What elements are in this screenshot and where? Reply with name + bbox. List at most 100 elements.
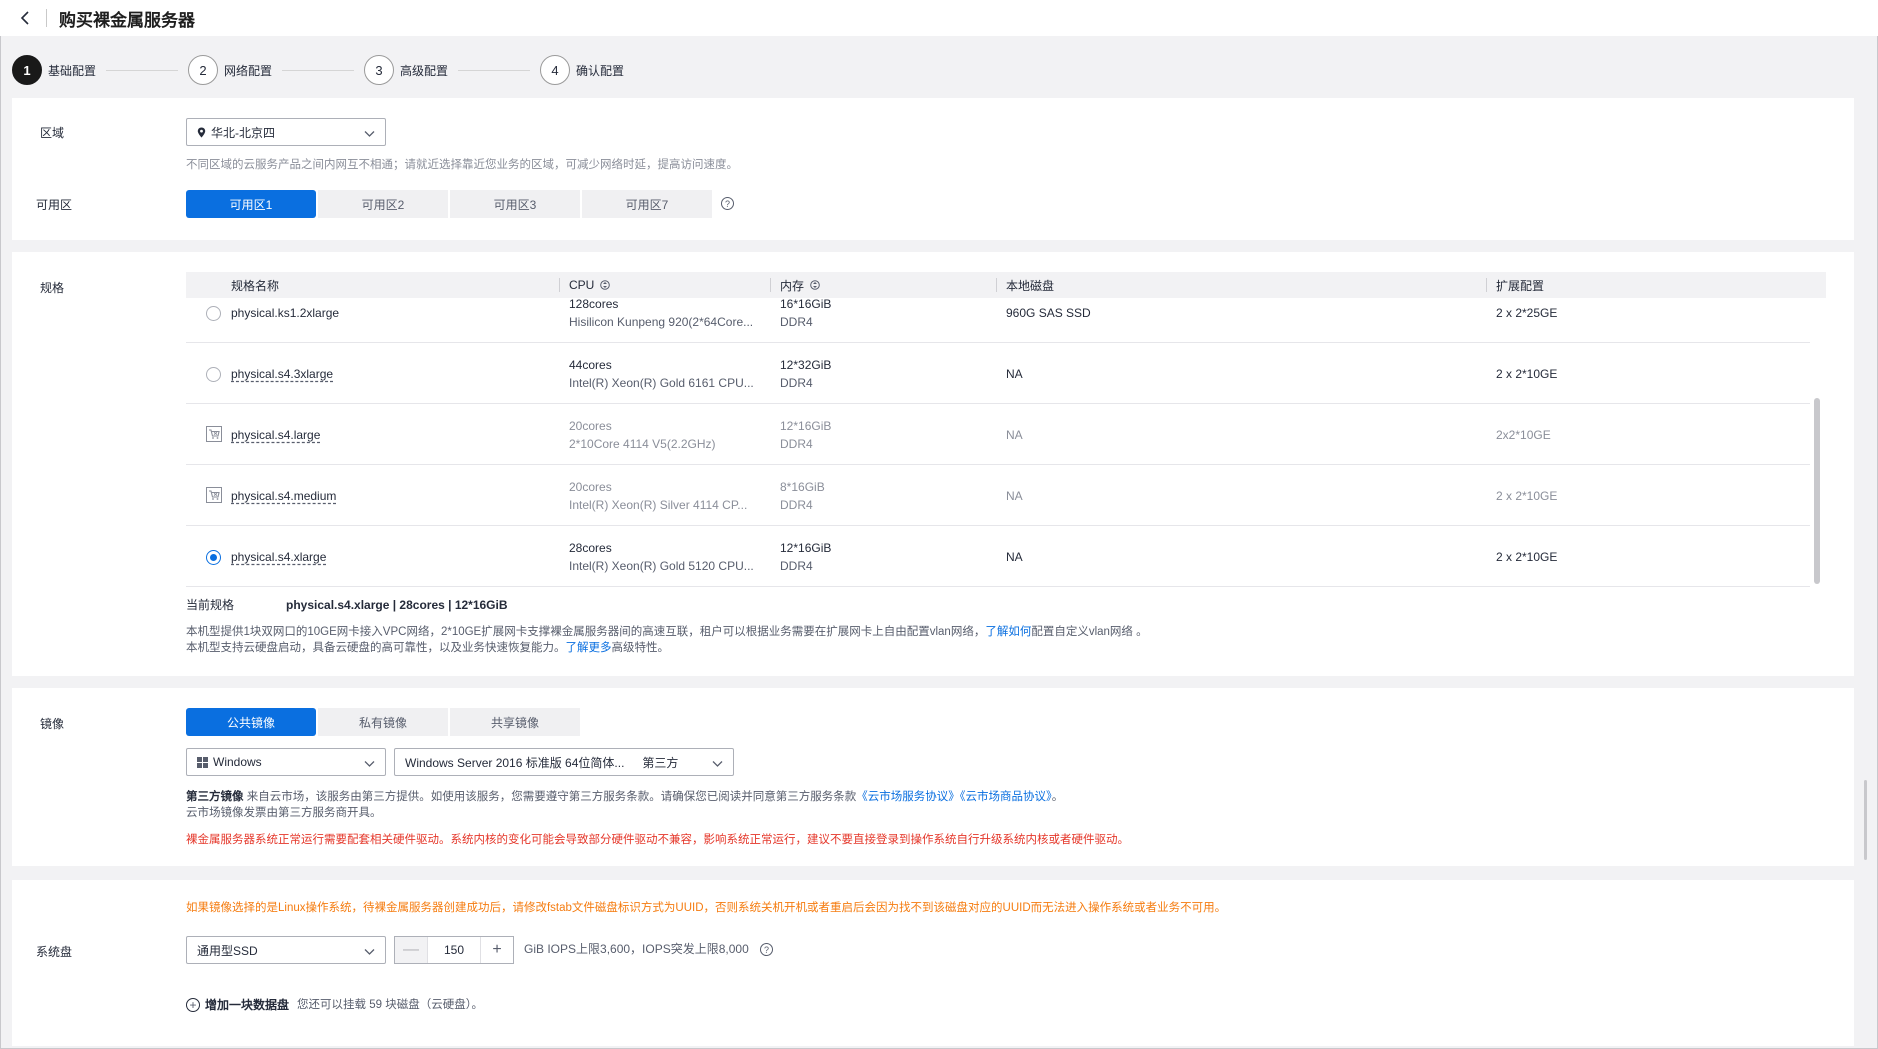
spec-disk: NA	[1006, 428, 1023, 442]
step-number: 3	[364, 55, 395, 85]
page-scrollbar[interactable]	[1864, 780, 1867, 860]
spec-name: physical.s4.3xlarge	[231, 367, 334, 381]
disk-type-value: 通用型SSD	[197, 943, 258, 958]
tab-private-image[interactable]: 私有镜像	[318, 708, 448, 736]
spec-radio-selected[interactable]	[206, 550, 221, 565]
spec-desc-2: 本机型支持云硬盘启动，具备云硬盘的高可靠性，以及业务快速恢复能力。了解更多高级特…	[186, 642, 669, 654]
add-data-disk-hint: 您还可以挂载 59 块磁盘（云硬盘）。	[297, 999, 483, 1011]
decrement-button[interactable]: —	[395, 937, 427, 963]
az-option-2[interactable]: 可用区2	[318, 190, 448, 218]
table-row[interactable]: physical.s4.3xlarge 44cores Intel(R) Xeon…	[186, 343, 1810, 404]
learn-more-link[interactable]: 了解更多	[566, 642, 612, 654]
current-spec-value: physical.s4.xlarge | 28cores | 12*16GiB	[286, 598, 508, 612]
market-product-agreement-link[interactable]: 《云市场商品协议》	[960, 791, 1052, 803]
page-header: 购买裸金属服务器	[0, 0, 1878, 36]
col-cpu[interactable]: CPU	[559, 272, 611, 298]
image-version-select[interactable]: Windows Server 2016 标准版 64位简体... 第三方	[394, 748, 734, 776]
chevron-down-icon	[712, 757, 723, 771]
spec-memory: 12*32GiB DDR4	[780, 358, 832, 390]
step-number: 2	[188, 55, 219, 85]
windows-icon	[197, 756, 208, 768]
image-version-value: Windows Server 2016 标准版 64位简体...	[405, 755, 625, 770]
spec-memory: 12*16GiB DDR4	[780, 541, 832, 573]
add-data-disk-button[interactable]: 增加一块数据盘	[205, 997, 289, 1013]
image-label: 镜像	[40, 717, 65, 731]
step-basic[interactable]: 1 基础配置	[12, 55, 188, 85]
image-type-tabs: 公共镜像 私有镜像 共享镜像	[186, 708, 582, 736]
spec-ext: 2 x 2*25GE	[1496, 306, 1558, 320]
back-arrow-icon[interactable]	[18, 11, 32, 25]
sold-out-cart-icon	[206, 426, 222, 442]
col-local-disk: 本地磁盘	[996, 272, 1054, 298]
spec-disk: 960G SAS SSD	[1006, 306, 1091, 320]
az-label: 可用区	[36, 198, 73, 212]
step-connector	[282, 69, 355, 71]
tab-shared-image[interactable]: 共享镜像	[450, 708, 580, 736]
current-spec-label: 当前规格	[186, 598, 235, 612]
region-select[interactable]: 华北-北京四	[186, 118, 386, 146]
sort-icon[interactable]	[810, 279, 820, 291]
stepper: 1 基础配置 2 网络配置 3 高级配置 4 确认配置	[12, 54, 624, 86]
az-option-3[interactable]: 可用区3	[450, 190, 580, 218]
invoice-notice: 云市场镜像发票由第三方服务商开具。	[186, 807, 382, 819]
add-circle-icon[interactable]: +	[186, 998, 200, 1012]
spec-cpu: 20cores Intel(R) Xeon(R) Silver 4114 CP..…	[569, 480, 748, 512]
spec-name: physical.s4.medium	[231, 489, 337, 503]
az-option-7[interactable]: 可用区7	[582, 190, 712, 218]
table-row[interactable]: physical.ks1.2xlarge 128cores Hisilicon K…	[186, 298, 1810, 343]
location-pin-icon	[197, 127, 206, 138]
col-name: 规格名称	[231, 278, 280, 293]
header-divider	[46, 9, 47, 27]
chevron-down-icon	[364, 757, 375, 771]
driver-warning: 裸金属服务器系统正常运行需要配套相关硬件驱动。系统内核的变化可能会导致部分硬件驱…	[186, 834, 1129, 846]
spec-disk: NA	[1006, 489, 1023, 503]
disk-size-value[interactable]: 150	[427, 937, 481, 963]
spec-ext: 2 x 2*10GE	[1496, 550, 1558, 564]
add-data-disk-row: + 增加一块数据盘 您还可以挂载 59 块磁盘（云硬盘）。	[186, 997, 483, 1013]
az-option-1[interactable]: 可用区1	[186, 190, 316, 218]
help-icon[interactable]: ?	[721, 197, 734, 210]
step-advanced[interactable]: 3 高级配置	[364, 55, 540, 85]
spec-ext: 2x2*10GE	[1496, 428, 1551, 442]
table-scrollbar[interactable]	[1814, 398, 1820, 584]
disk-size-stepper[interactable]: — 150 +	[394, 936, 514, 964]
step-number: 4	[540, 55, 571, 85]
spec-name: physical.ks1.2xlarge	[231, 306, 340, 320]
spec-radio[interactable]	[206, 306, 221, 321]
col-memory[interactable]: 内存	[770, 272, 820, 298]
step-label: 网络配置	[224, 63, 273, 78]
learn-how-link[interactable]: 了解如何	[985, 626, 1031, 638]
market-service-agreement-link[interactable]: 《云市场服务协议》	[856, 791, 960, 803]
spec-memory: 12*16GiB DDR4	[780, 419, 832, 451]
table-row: physical.s4.large 20cores 2*10Core 4114 V…	[186, 404, 1810, 465]
page-title: 购买裸金属服务器	[59, 10, 195, 30]
sort-icon[interactable]	[600, 279, 611, 291]
increment-button[interactable]: +	[481, 937, 513, 963]
table-row[interactable]: physical.s4.xlarge 28cores Intel(R) Xeon(…	[186, 526, 1810, 587]
spec-ext: 2 x 2*10GE	[1496, 489, 1558, 503]
tab-public-image[interactable]: 公共镜像	[186, 708, 316, 736]
step-network[interactable]: 2 网络配置	[188, 55, 364, 85]
spec-ext: 2 x 2*10GE	[1496, 367, 1558, 381]
step-connector	[458, 69, 531, 71]
col-extension: 扩展配置	[1486, 272, 1544, 298]
step-confirm[interactable]: 4 确认配置	[540, 55, 624, 85]
spec-cpu: 128cores Hisilicon Kunpeng 920(2*64Core..…	[569, 298, 754, 329]
step-label: 确认配置	[576, 63, 625, 78]
system-disk-label: 系统盘	[36, 945, 73, 959]
spec-disk: NA	[1006, 550, 1023, 564]
spec-table-body: physical.ks1.2xlarge 128cores Hisilicon K…	[186, 298, 1810, 588]
help-icon[interactable]: ?	[760, 943, 773, 956]
uuid-warning: 如果镜像选择的是Linux操作系统，待裸金属服务器创建成功后，请修改fstab文…	[186, 902, 1227, 914]
chevron-down-icon	[364, 127, 375, 141]
chevron-down-icon	[364, 945, 375, 959]
spec-radio[interactable]	[206, 367, 221, 382]
spec-memory: 8*16GiB DDR4	[780, 480, 825, 512]
step-connector	[106, 69, 179, 71]
spec-memory: 16*16GiB DDR4	[780, 298, 832, 329]
disk-type-select[interactable]: 通用型SSD	[186, 936, 386, 964]
os-select[interactable]: Windows	[186, 748, 386, 776]
disk-iops-info: GiB IOPS上限3,600，IOPS突发上限8,000	[524, 942, 749, 956]
step-label: 基础配置	[48, 63, 97, 78]
spec-name: physical.s4.xlarge	[231, 550, 327, 564]
